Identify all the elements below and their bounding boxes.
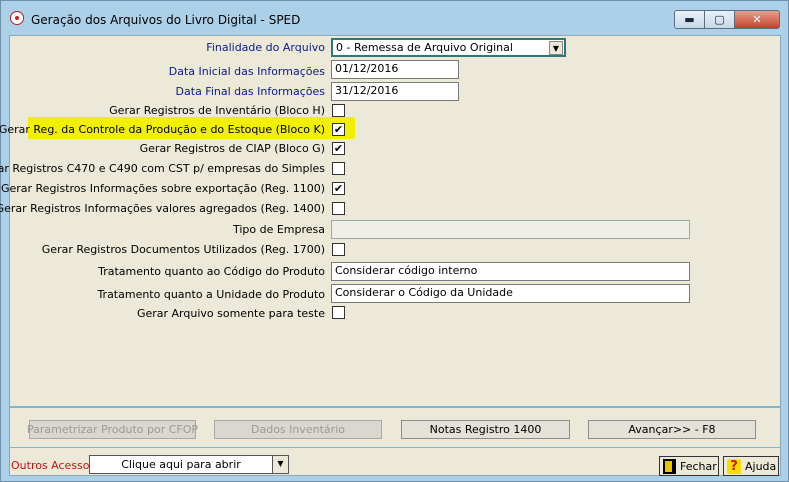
reg1100-label: Gerar Registros Informações sobre export… [0,182,325,195]
tipo-empresa-label: Tipo de Empresa [232,223,325,236]
unidade-produto-label: Tratamento quanto a Unidade do Produto [97,288,325,301]
data-final-input[interactable]: 31/12/2016 [331,82,459,101]
avancar-button[interactable]: Avançar>> - F8 [588,420,756,439]
bloco-g-label: Gerar Registros de CIAP (Bloco G) [139,142,325,155]
bloco-k-label: Gerar Reg. da Controle da Produção e do … [0,123,325,136]
help-icon: ? [727,458,741,474]
ajuda-button[interactable]: ? Ajuda [723,456,779,476]
reg1100-checkbox[interactable]: ✔ [332,182,345,195]
reg1700-label: Gerar Registros Documentos Utilizados (R… [41,243,325,256]
dropdown-arrow-icon[interactable]: ▼ [549,41,563,55]
data-inicial-label: Data Inicial das Informações [168,65,325,78]
minimize-button[interactable]: ▬ [674,10,705,29]
finalidade-label: Finalidade do Arquivo [206,41,325,54]
close-button[interactable]: ✕ [734,10,780,29]
codigo-produto-input[interactable]: Considerar código interno [331,262,690,281]
unidade-produto-input[interactable]: Considerar o Código da Unidade [331,284,690,303]
finalidade-value: 0 - Remessa de Arquivo Original [336,41,513,54]
exit-door-icon [663,458,676,474]
bloco-h-checkbox[interactable] [332,104,345,117]
outros-acessos-combo[interactable]: Clique aqui para abrir ▼ [89,455,289,474]
reg1700-checkbox[interactable] [332,243,345,256]
bloco-g-checkbox[interactable]: ✔ [332,142,345,155]
codigo-produto-label: Tratamento quanto ao Código do Produto [98,265,325,278]
footer-separator [10,447,780,448]
fechar-label: Fechar [680,459,717,473]
teste-label: Gerar Arquivo somente para teste [136,307,325,320]
notas-registro-1400-button[interactable]: Notas Registro 1400 [401,420,570,439]
dados-inventario-button[interactable]: Dados Inventário [214,420,382,439]
c470-label: Gerar Registros C470 e C490 com CST p/ e… [0,162,325,175]
data-inicial-input[interactable]: 01/12/2016 [331,60,459,79]
reg1400-checkbox[interactable] [332,202,345,215]
outros-acessos-value: Clique aqui para abrir [121,458,241,471]
reg1400-label: Gerar Registros Informações valores agre… [0,202,325,215]
window-title: Geração dos Arquivos do Livro Digital - … [31,13,301,27]
title-bar[interactable]: Geração dos Arquivos do Livro Digital - … [1,1,788,35]
outros-acessos-label: Outros Acessos [11,459,96,472]
c470-checkbox[interactable] [332,162,345,175]
fechar-button[interactable]: Fechar [659,456,719,476]
bloco-k-checkbox[interactable]: ✔ [332,123,345,136]
data-final-label: Data Final das Informações [175,85,325,98]
separator-line [10,406,780,408]
bloco-h-label: Gerar Registros de Inventário (Bloco H) [109,104,325,117]
maximize-button[interactable]: ▢ [704,10,735,29]
parametrizar-cfop-button[interactable]: Parametrizar Produto por CFOP [27,420,198,439]
caption-buttons: ▬ ▢ ✕ [674,10,780,29]
sped-window: Geração dos Arquivos do Livro Digital - … [0,0,789,482]
dropdown-arrow-icon[interactable]: ▼ [272,456,288,473]
app-icon[interactable] [10,11,24,25]
ajuda-label: Ajuda [745,459,777,473]
finalidade-select[interactable]: 0 - Remessa de Arquivo Original ▼ [331,38,566,57]
tipo-empresa-input[interactable] [331,220,690,239]
teste-checkbox[interactable] [332,306,345,319]
